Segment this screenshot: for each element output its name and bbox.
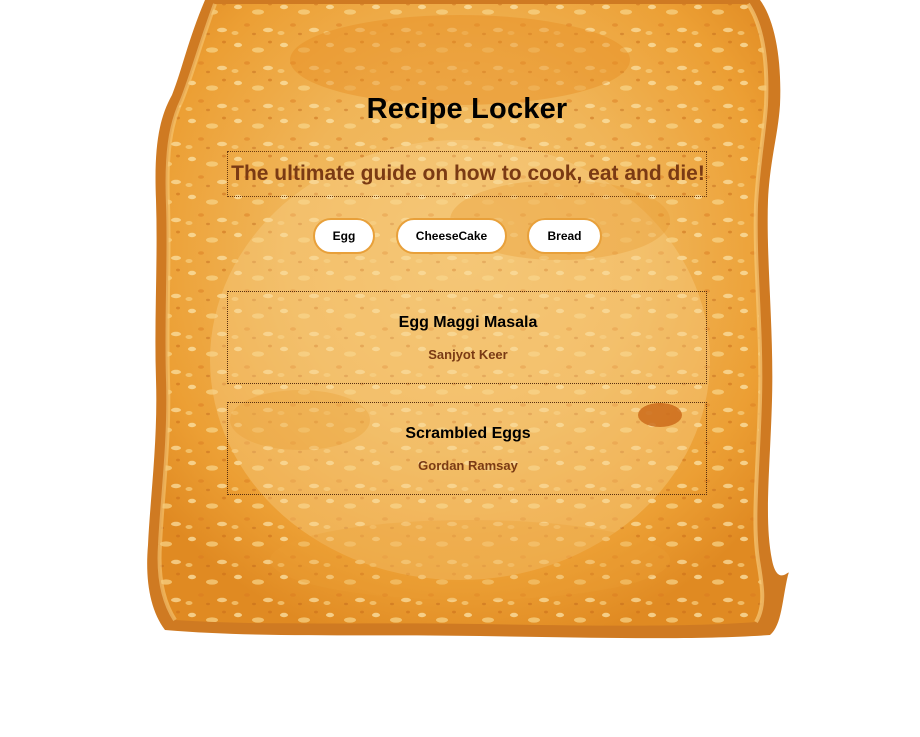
filter-button-egg[interactable]: Egg [313,218,375,254]
page: Recipe Locker The ultimate guide on how … [0,0,920,737]
tagline-box: The ultimate guide on how to cook, eat a… [227,151,707,197]
recipe-card[interactable]: Scrambled Eggs Gordan Ramsay [227,402,707,495]
page-title: Recipe Locker [366,93,568,125]
recipe-name: Scrambled Eggs [405,425,531,442]
recipe-card[interactable]: Egg Maggi Masala Sanjyot Keer [227,291,707,384]
recipe-name: Egg Maggi Masala [398,314,538,331]
recipe-author: Gordan Ramsay [418,458,518,473]
filter-bar: Egg CheeseCake Bread [0,218,920,256]
recipe-locker-app: Recipe Locker The ultimate guide on how … [0,0,920,737]
recipe-author: Sanjyot Keer [428,347,508,362]
filter-button-bread[interactable]: Bread [527,218,602,254]
filter-button-cheesecake[interactable]: CheeseCake [396,218,507,254]
tagline: The ultimate guide on how to cook, eat a… [231,162,705,185]
